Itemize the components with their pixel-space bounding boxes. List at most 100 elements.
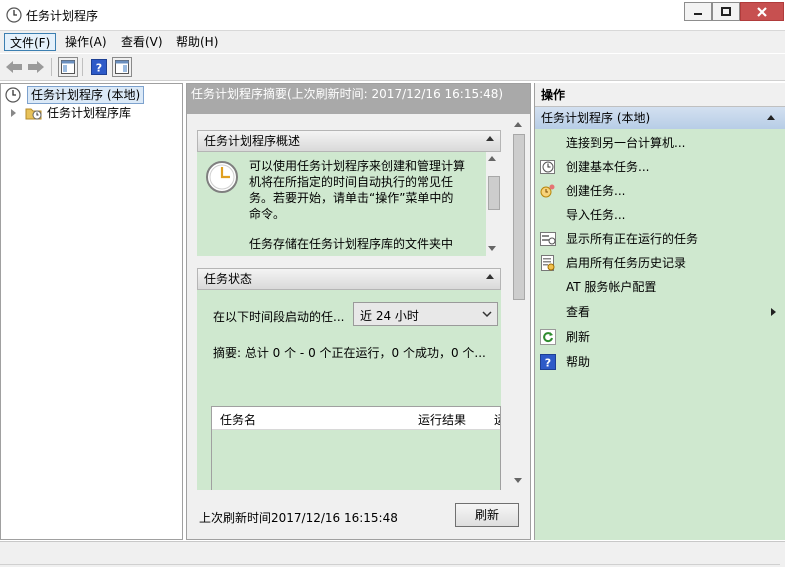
summary-pane: 任务计划程序摘要(上次刷新时间: 2017/12/16 16:15:48) 任务…: [186, 83, 531, 540]
overview-text-line: 机将在所指定的时间自动执行的常见任: [249, 175, 454, 189]
menu-file[interactable]: 文件(F): [4, 33, 57, 51]
title-bar: 任务计划程序: [0, 0, 785, 31]
action-refresh[interactable]: 刷新: [535, 325, 785, 349]
tree-item-label: 任务计划程序 (本地): [27, 86, 145, 104]
task-status-content: 在以下时间段启动的任... 近 24 小时 摘要: 总计 0 个 - 0 个正在…: [197, 290, 501, 490]
action-create-basic-task[interactable]: 创建基本任务...: [535, 155, 785, 179]
overview-content: 可以使用任务计划程序来创建和管理计算 机将在所指定的时间自动执行的常见任 务。若…: [197, 152, 501, 256]
action-label: 创建基本任务...: [566, 160, 650, 174]
collapse-icon[interactable]: [767, 115, 775, 120]
last-refresh-text: 上次刷新时间2017/12/16 16:15:48: [199, 511, 398, 525]
action-label: AT 服务帐户配置: [566, 280, 657, 294]
column-header[interactable]: 任务名: [220, 411, 256, 428]
svg-text:?: ?: [545, 357, 551, 370]
actions-group-label: 任务计划程序 (本地): [541, 111, 651, 125]
menu-bar: 文件(F) 操作(A) 查看(V) 帮助(H): [0, 31, 785, 53]
task-table: 任务名 运行结果 运: [211, 406, 501, 490]
action-label: 创建任务...: [566, 184, 626, 198]
scroll-up-icon[interactable]: [488, 156, 496, 161]
running-tasks-icon: [540, 231, 556, 247]
column-header[interactable]: 运行结果: [418, 411, 466, 428]
task-summary-text: 摘要: 总计 0 个 - 0 个正在运行，0 个成功，0 个...: [213, 346, 486, 360]
task-status-title: 任务状态: [204, 272, 253, 286]
show-hide-action-pane-button[interactable]: [112, 57, 132, 77]
close-button[interactable]: [740, 2, 784, 21]
submenu-arrow-icon: [771, 308, 776, 316]
back-button[interactable]: [4, 57, 24, 77]
actions-pane: 操作 任务计划程序 (本地) 连接到另一台计算机... 创建基本任务... 创建…: [534, 83, 785, 540]
overview-text-line: 命令。: [249, 207, 286, 221]
close-icon: [757, 6, 767, 17]
action-label: 导入任务...: [566, 208, 626, 222]
overview-section-header[interactable]: 任务计划程序概述: [197, 130, 501, 152]
overview-text-line: 可以使用任务计划程序来创建和管理计算: [249, 159, 466, 173]
action-label: 显示所有正在运行的任务: [566, 232, 699, 246]
overview-text-line: 任务存储在任务计划程序库的文件夹中: [249, 237, 454, 251]
menu-help[interactable]: 帮助(H): [171, 33, 223, 51]
help-toolbar-button[interactable]: ?: [89, 57, 109, 77]
refresh-button[interactable]: 刷新: [455, 503, 519, 527]
scroll-down-icon[interactable]: [488, 246, 496, 251]
collapse-icon[interactable]: [486, 274, 494, 279]
clock-icon: [5, 87, 21, 103]
action-connect-computer[interactable]: 连接到另一台计算机...: [535, 131, 785, 155]
history-icon: [540, 255, 556, 271]
scroll-thumb[interactable]: [488, 176, 500, 210]
column-header[interactable]: 运: [494, 411, 500, 428]
back-arrow-icon: [6, 61, 22, 73]
action-enable-history[interactable]: 启用所有任务历史记录: [535, 251, 785, 275]
menu-view[interactable]: 查看(V): [116, 33, 168, 51]
actions-group-header[interactable]: 任务计划程序 (本地): [535, 107, 785, 129]
status-bar: [0, 541, 785, 567]
maximize-icon: [721, 6, 731, 16]
action-label: 查看: [566, 305, 591, 319]
help-icon: ?: [540, 354, 556, 370]
status-bar-panel: [0, 542, 780, 565]
overview-text-line: 务。若要开始，请单击“操作”菜单中的: [249, 191, 454, 205]
action-label: 启用所有任务历史记录: [566, 256, 687, 270]
show-hide-tree-button[interactable]: [58, 57, 78, 77]
actions-title: 操作: [535, 83, 785, 107]
window-title: 任务计划程序: [26, 9, 99, 23]
clock-icon: [6, 7, 22, 23]
help-icon: ?: [91, 59, 107, 75]
overview-scrollbar[interactable]: [486, 152, 501, 256]
collapse-icon[interactable]: [486, 136, 494, 141]
clock-icon: [205, 160, 239, 194]
overview-title: 任务计划程序概述: [204, 134, 301, 148]
maximize-button[interactable]: [712, 2, 740, 21]
toolbar-divider: [51, 58, 52, 76]
action-at-service-config[interactable]: AT 服务帐户配置: [535, 275, 785, 299]
svg-text:?: ?: [96, 62, 102, 75]
console-tree: 任务计划程序 (本地) 任务计划程序库: [0, 83, 183, 540]
summary-scrollbar[interactable]: [511, 118, 526, 488]
refresh-icon: [540, 329, 556, 345]
scroll-up-icon[interactable]: [514, 122, 522, 127]
action-help[interactable]: ? 帮助: [535, 350, 785, 374]
time-range-select[interactable]: 近 24 小时: [353, 302, 498, 326]
forward-arrow-icon: [28, 61, 44, 73]
minimize-button[interactable]: [684, 2, 712, 21]
menu-action[interactable]: 操作(A): [60, 33, 112, 51]
action-view[interactable]: 查看: [535, 300, 785, 324]
action-label: 连接到另一台计算机...: [566, 136, 686, 150]
scroll-thumb[interactable]: [513, 134, 525, 300]
scroll-down-icon[interactable]: [514, 478, 522, 483]
time-range-label: 在以下时间段启动的任...: [213, 310, 345, 324]
toolbar: ?: [0, 54, 785, 81]
action-create-task[interactable]: 创建任务...: [535, 179, 785, 203]
task-table-header: 任务名 运行结果 运: [212, 407, 500, 430]
action-import-task[interactable]: 导入任务...: [535, 203, 785, 227]
action-label: 刷新: [566, 330, 591, 344]
clock-icon: [540, 159, 556, 175]
action-label: 帮助: [566, 355, 591, 369]
action-show-running-tasks[interactable]: 显示所有正在运行的任务: [535, 227, 785, 251]
task-status-section-header[interactable]: 任务状态: [197, 268, 501, 290]
forward-button[interactable]: [26, 57, 46, 77]
expand-arrow-icon[interactable]: [11, 109, 16, 117]
summary-header: 任务计划程序摘要(上次刷新时间: 2017/12/16 16:15:48): [187, 84, 530, 114]
time-range-value: 近 24 小时: [360, 309, 419, 323]
minimize-icon: [694, 12, 702, 15]
toolbar-divider: [82, 58, 83, 76]
folder-clock-icon: [25, 105, 43, 121]
